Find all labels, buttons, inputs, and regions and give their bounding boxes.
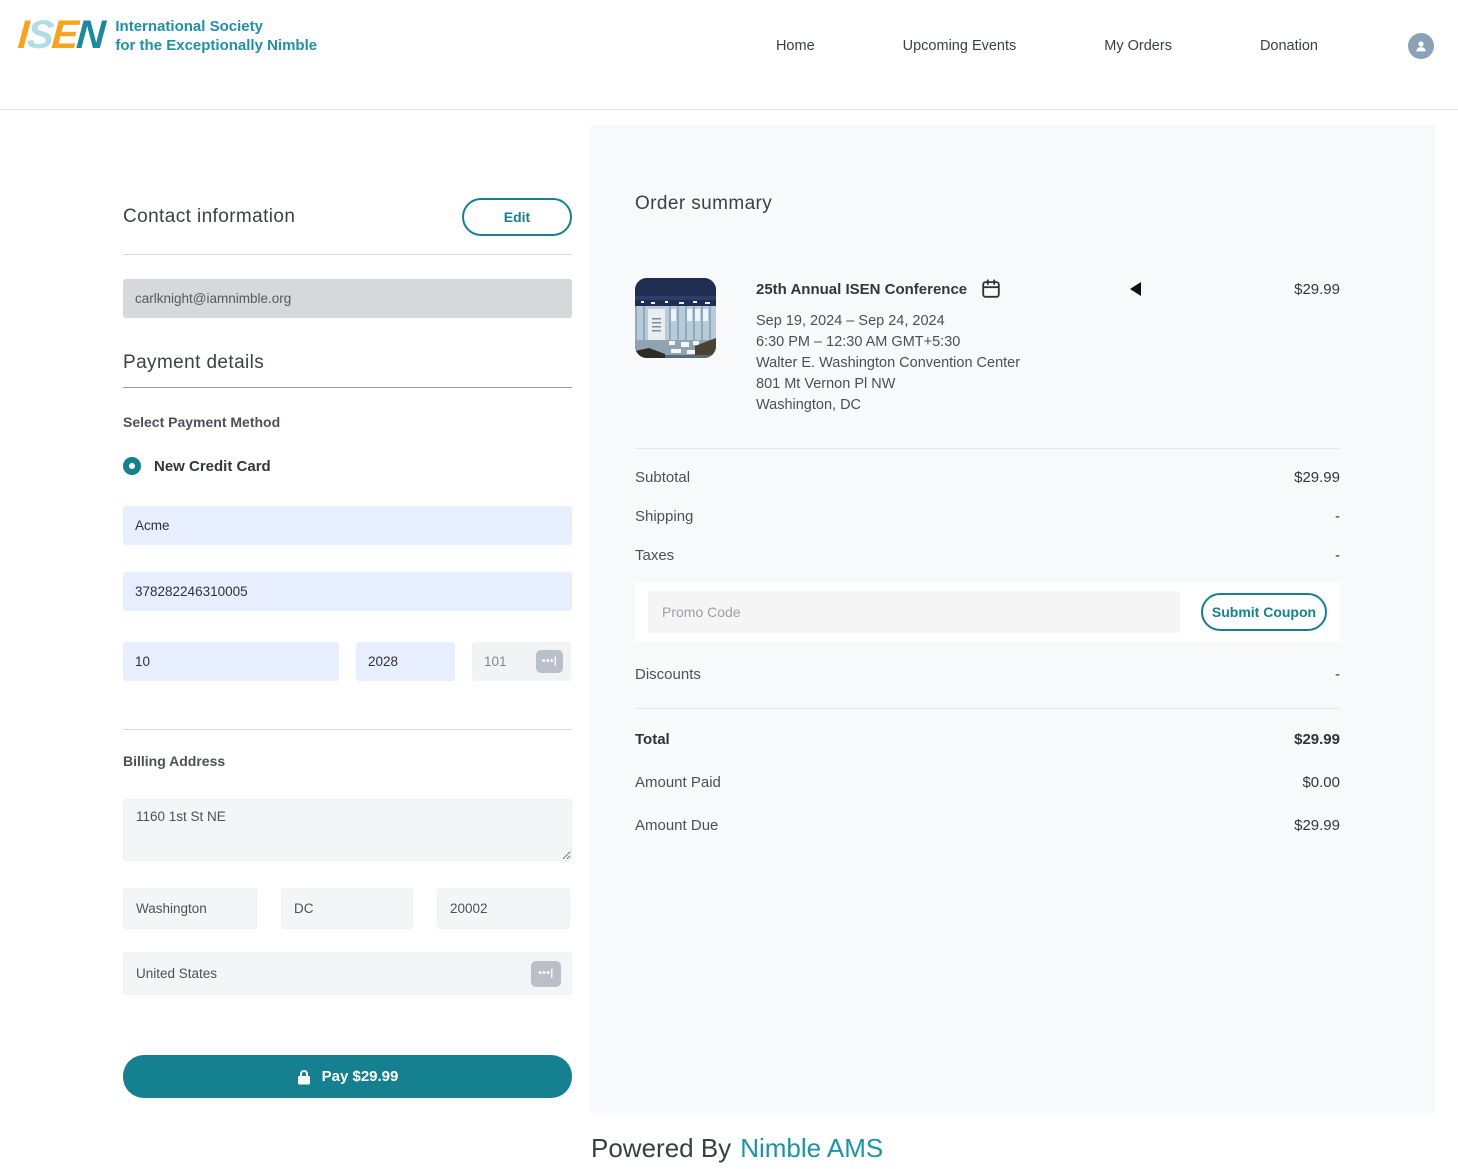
- order-item-header: 25th Annual ISEN Conference $29.99: [756, 278, 1340, 300]
- select-payment-method-label: Select Payment Method: [123, 414, 572, 430]
- checkout-form: Contact information Edit Payment details…: [123, 110, 572, 1098]
- promo-code-input[interactable]: [648, 591, 1180, 633]
- discounts-row: Discounts -: [635, 655, 1340, 694]
- amount-paid-row: Amount Paid $0.00: [635, 761, 1340, 804]
- totals-block: Total $29.99 Amount Paid $0.00 Amount Du…: [635, 718, 1340, 847]
- contact-title: Contact information: [123, 206, 295, 228]
- nav-item-home[interactable]: Home: [776, 38, 815, 54]
- convention-center-photo: [635, 278, 716, 358]
- billing-state-field[interactable]: [281, 888, 413, 929]
- powered-by-text: Powered By: [591, 1133, 731, 1163]
- autofill-dots-icon[interactable]: •••|: [531, 961, 561, 987]
- amount-paid-label: Amount Paid: [635, 774, 721, 791]
- order-item: 25th Annual ISEN Conference $29.99: [635, 278, 1340, 416]
- submit-coupon-button[interactable]: Submit Coupon: [1201, 593, 1327, 631]
- order-item-info: 25th Annual ISEN Conference $29.99: [756, 278, 1340, 416]
- shipping-value: -: [1335, 508, 1340, 525]
- event-street: 801 Mt Vernon Pl NW: [756, 374, 1340, 395]
- logo-tagline-line1: International Society: [115, 17, 317, 36]
- logo-letter: N: [75, 11, 105, 59]
- card-exp-year-field[interactable]: [356, 642, 455, 681]
- event-time: 6:30 PM – 12:30 AM GMT+5:30: [756, 332, 1340, 353]
- subtotal-label: Subtotal: [635, 469, 690, 486]
- card-name-field[interactable]: [123, 506, 572, 545]
- billing-country-field[interactable]: [136, 966, 531, 981]
- divider: [635, 448, 1340, 449]
- calendar-icon[interactable]: [980, 278, 1002, 300]
- payment-details-title: Payment details: [123, 352, 572, 374]
- card-cvv-field[interactable]: [484, 654, 520, 669]
- checkout-page: ISEN International Society for the Excep…: [0, 0, 1458, 1169]
- billing-city-field[interactable]: [123, 888, 257, 929]
- event-thumbnail-image: [635, 278, 716, 358]
- total-label: Total: [635, 731, 670, 748]
- total-value: $29.99: [1294, 731, 1340, 748]
- autofill-dots-icon[interactable]: •••|: [536, 650, 563, 673]
- edit-contact-button[interactable]: Edit: [462, 198, 572, 236]
- divider: [123, 254, 572, 255]
- shipping-row: Shipping -: [635, 497, 1340, 536]
- card-expiry-row: •••|: [123, 642, 572, 681]
- contact-email-field: [123, 279, 572, 318]
- contact-section-header: Contact information Edit: [123, 198, 572, 236]
- event-details: Sep 19, 2024 – Sep 24, 2024 6:30 PM – 12…: [756, 311, 1340, 416]
- user-avatar-icon[interactable]: [1408, 33, 1434, 59]
- nav-item-upcoming-events[interactable]: Upcoming Events: [903, 38, 1017, 54]
- event-price: $29.99: [1141, 281, 1340, 298]
- logo-tagline: International Society for the Exceptiona…: [115, 17, 317, 55]
- logo-letter: S: [25, 11, 53, 59]
- footer: Powered By Nimble AMS: [591, 1133, 883, 1164]
- discounts-block: Discounts -: [635, 655, 1340, 694]
- subtotal-value: $29.99: [1294, 469, 1340, 486]
- logo-tagline-line2: for the Exceptionally Nimble: [115, 36, 317, 55]
- radio-selected-icon[interactable]: [123, 457, 141, 475]
- billing-address-label: Billing Address: [123, 753, 572, 769]
- taxes-label: Taxes: [635, 547, 674, 564]
- collapse-triangle-icon[interactable]: [1130, 282, 1141, 296]
- card-cvv-field-wrap: •••|: [472, 642, 571, 681]
- total-row: Total $29.99: [635, 718, 1340, 761]
- promo-code-row: Submit Coupon: [635, 582, 1340, 642]
- logo-letter: E: [50, 11, 78, 59]
- amount-paid-value: $0.00: [1302, 774, 1340, 791]
- fee-rows: Subtotal $29.99 Shipping - Taxes -: [635, 458, 1340, 575]
- order-summary-title: Order summary: [635, 193, 1340, 215]
- nimble-ams-link[interactable]: Nimble AMS: [740, 1133, 883, 1163]
- taxes-value: -: [1335, 547, 1340, 564]
- order-summary-panel: Order summary: [590, 125, 1435, 1113]
- taxes-row: Taxes -: [635, 536, 1340, 575]
- main-nav: Home Upcoming Events My Orders Donation: [688, 33, 1434, 59]
- discounts-value: -: [1335, 666, 1340, 683]
- divider: [123, 387, 572, 388]
- billing-country-field-wrap: •••|: [123, 952, 572, 995]
- shipping-label: Shipping: [635, 508, 693, 525]
- isen-logo[interactable]: ISEN International Society for the Excep…: [18, 11, 317, 59]
- amount-due-label: Amount Due: [635, 817, 718, 834]
- divider: [635, 708, 1340, 709]
- person-icon: [1413, 38, 1429, 54]
- site-header: ISEN International Society for the Excep…: [0, 0, 1458, 110]
- amount-due-value: $29.99: [1294, 817, 1340, 834]
- event-dates: Sep 19, 2024 – Sep 24, 2024: [756, 311, 1340, 332]
- pay-button[interactable]: Pay $29.99: [123, 1055, 572, 1098]
- divider: [123, 729, 572, 730]
- discounts-label: Discounts: [635, 666, 701, 683]
- card-number-field[interactable]: [123, 572, 572, 611]
- billing-zip-field[interactable]: [437, 888, 570, 929]
- payment-method-label: New Credit Card: [154, 458, 271, 475]
- subtotal-row: Subtotal $29.99: [635, 458, 1340, 497]
- payment-method-new-credit-card[interactable]: New Credit Card: [123, 457, 572, 475]
- nav-item-donation[interactable]: Donation: [1260, 38, 1318, 54]
- event-city: Washington, DC: [756, 395, 1340, 416]
- pay-button-label: Pay $29.99: [322, 1068, 399, 1085]
- amount-due-row: Amount Due $29.99: [635, 804, 1340, 847]
- nav-item-my-orders[interactable]: My Orders: [1104, 38, 1172, 54]
- lock-icon: [297, 1069, 311, 1085]
- event-venue: Walter E. Washington Convention Center: [756, 353, 1340, 374]
- card-exp-month-field[interactable]: [123, 642, 339, 681]
- billing-street-field[interactable]: 1160 1st St NE: [123, 799, 572, 861]
- isen-logo-mark: ISEN: [16, 11, 105, 59]
- billing-city-row: [123, 888, 572, 929]
- event-name: 25th Annual ISEN Conference: [756, 281, 967, 298]
